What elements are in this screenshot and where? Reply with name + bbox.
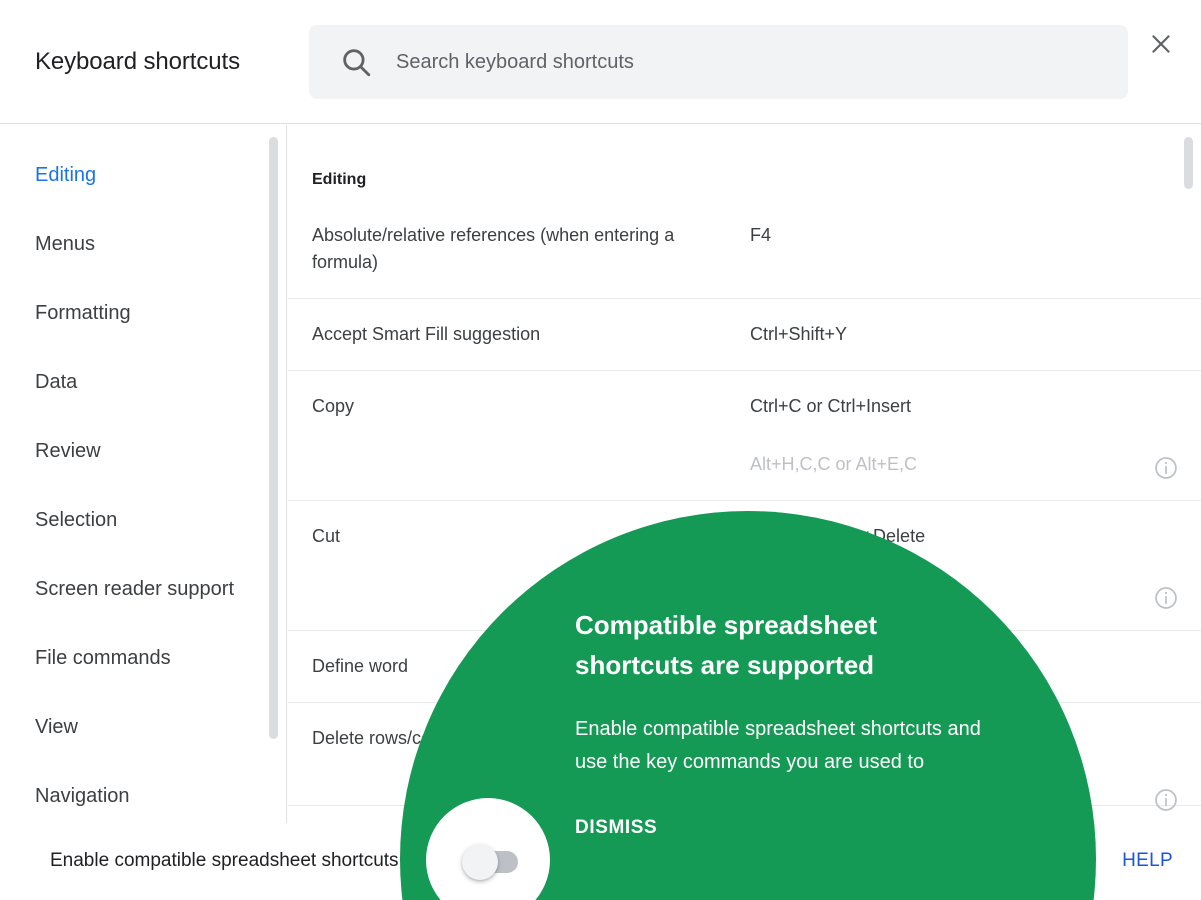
table-row: Copy Ctrl+C or Ctrl+Insert Alt+H,C,C or … [288,371,1201,501]
shortcut-keys: Ctrl+Shift+Y [750,321,1201,348]
shortcut-key-alternate: Alt+H,C,C or Alt+E,C [750,451,1201,478]
sidebar-item-review[interactable]: Review [0,417,286,486]
shortcut-key-primary: F4 [750,222,1201,249]
section-title: Editing [312,171,366,189]
help-link[interactable]: HELP [1122,850,1173,872]
shortcut-key-primary: Ctrl+Shift+Y [750,321,1201,348]
sidebar-list: Editing Menus Formatting Data Review Sel… [0,125,286,823]
keyboard-shortcuts-dialog: Keyboard shortcuts Editing Menus Formatt… [0,0,1201,900]
sidebar-item-editing[interactable]: Editing [0,141,286,210]
sidebar-scrollbar[interactable] [269,137,278,739]
sidebar-item-view[interactable]: View [0,693,286,762]
feature-discovery-content: Compatible spreadsheet shortcuts are sup… [575,605,995,839]
sidebar-item-navigation[interactable]: Navigation [0,762,286,823]
close-button[interactable] [1138,21,1184,67]
dismiss-button[interactable]: DISMISS [575,817,657,839]
content-scrollbar[interactable] [1184,137,1193,189]
sidebar-item-formatting[interactable]: Formatting [0,279,286,348]
table-row: Absolute/relative references (when enter… [288,200,1201,299]
sidebar-item-file-commands[interactable]: File commands [0,624,286,693]
toggle-knob [462,844,498,880]
feature-discovery-title: Compatible spreadsheet shortcuts are sup… [575,605,995,685]
info-icon[interactable] [1153,455,1179,481]
shortcut-keys: Ctrl+C or Ctrl+Insert Alt+H,C,C or Alt+E… [750,393,1201,478]
shortcut-name: Copy [288,393,750,420]
page-title: Keyboard shortcuts [35,48,240,76]
search-box[interactable] [309,25,1128,99]
table-row: Accept Smart Fill suggestion Ctrl+Shift+… [288,299,1201,371]
sidebar-item-menus[interactable]: Menus [0,210,286,279]
search-icon [339,45,373,79]
sidebar-item-screen-reader-support[interactable]: Screen reader support [0,555,286,624]
sidebar-item-data[interactable]: Data [0,348,286,417]
info-icon[interactable] [1153,585,1179,611]
sidebar-item-selection[interactable]: Selection [0,486,286,555]
shortcut-name: Accept Smart Fill suggestion [288,321,750,348]
feature-discovery-body: Enable compatible spreadsheet shortcuts … [575,713,995,779]
close-icon [1148,31,1174,57]
sidebar: Editing Menus Formatting Data Review Sel… [0,125,287,823]
dialog-header: Keyboard shortcuts [0,0,1201,124]
compat-shortcuts-toggle[interactable] [462,848,520,874]
compat-shortcuts-label: Enable compatible spreadsheet shortcuts [50,850,399,872]
shortcut-name: Absolute/relative references (when enter… [288,222,750,276]
shortcut-keys: F4 [750,222,1201,249]
shortcut-key-primary: Ctrl+C or Ctrl+Insert [750,393,1201,420]
search-input[interactable] [394,25,1094,99]
